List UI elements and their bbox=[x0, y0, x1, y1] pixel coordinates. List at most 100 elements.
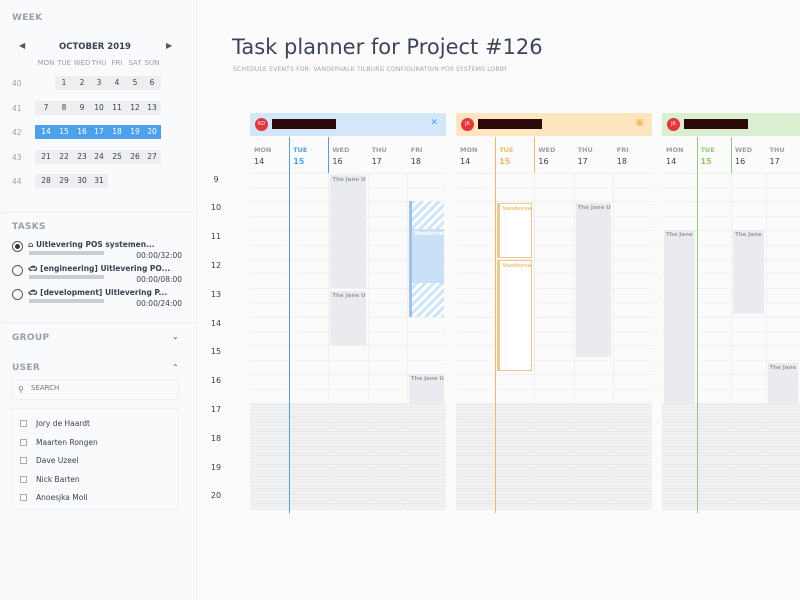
half-hour-gridline bbox=[456, 446, 652, 448]
event-block[interactable]: The Jane Up bbox=[733, 230, 764, 314]
day-cell[interactable]: 17 bbox=[90, 127, 108, 136]
half-hour-gridline bbox=[456, 244, 652, 246]
day-cell[interactable]: 18 bbox=[108, 127, 126, 136]
day-cell[interactable]: 7 bbox=[37, 103, 55, 112]
day-cell[interactable]: 3 bbox=[90, 78, 108, 87]
user-checkbox[interactable] bbox=[20, 438, 27, 446]
week-row[interactable]: 28 29 30 31 bbox=[35, 174, 108, 188]
half-hour-gridline bbox=[456, 359, 652, 361]
day-cell[interactable]: 9 bbox=[73, 103, 91, 112]
user-search-input[interactable] bbox=[31, 384, 171, 392]
event-block[interactable]: The Jane Up bbox=[767, 362, 798, 403]
week-row[interactable]: 14 15 16 17 18 19 20 bbox=[35, 125, 161, 139]
task-radio[interactable] bbox=[12, 241, 23, 252]
task-progress-bar bbox=[29, 275, 104, 279]
event-block[interactable]: The Jane Up bbox=[664, 230, 695, 403]
day-cell[interactable]: 6 bbox=[143, 78, 161, 87]
day-cell[interactable]: 25 bbox=[108, 152, 126, 161]
panel-header: JK bbox=[662, 113, 800, 136]
hour-gridline bbox=[456, 201, 652, 203]
day-cell[interactable]: 26 bbox=[126, 152, 144, 161]
hour-gridline bbox=[456, 172, 652, 174]
next-month-icon[interactable]: ▶ bbox=[166, 41, 172, 50]
avatar: JK bbox=[667, 118, 680, 131]
half-hour-gridline bbox=[456, 331, 652, 332]
hour-label: 15 bbox=[210, 347, 222, 357]
hour-gridline bbox=[456, 489, 652, 491]
hour-gridline bbox=[456, 345, 652, 347]
close-icon[interactable]: ✕ bbox=[430, 118, 438, 128]
week-row[interactable]: 123456 bbox=[55, 76, 161, 90]
task-item[interactable]: 🚗︎ [engineering] Uitlevering PO... 00:00/… bbox=[12, 264, 182, 287]
tasks-section-title: TASKS bbox=[12, 222, 46, 232]
event-block[interactable]: The Jane Up bbox=[330, 290, 366, 346]
day-cell[interactable]: 27 bbox=[143, 152, 161, 161]
day-cell[interactable]: 19 bbox=[126, 127, 144, 136]
day-number: 17 bbox=[577, 157, 588, 166]
day-cell[interactable]: 23 bbox=[73, 152, 91, 161]
hour-gridline bbox=[456, 259, 652, 260]
day-divider bbox=[534, 173, 536, 513]
task-time: 00:00/24:00 bbox=[136, 299, 182, 308]
user-name: Jory de Haardt bbox=[36, 419, 90, 428]
day-cell[interactable]: 29 bbox=[55, 176, 73, 185]
event-block[interactable]: The Jane Up bbox=[408, 374, 444, 403]
hour-label: 18 bbox=[210, 433, 222, 443]
day-cell[interactable]: 5 bbox=[126, 78, 144, 87]
calendar-icon[interactable]: ▣ bbox=[635, 118, 644, 128]
prev-month-icon[interactable]: ◀ bbox=[19, 41, 25, 50]
task-item[interactable]: ⌂ Uitlevering POS systemen... 00:00/32:00 bbox=[12, 240, 182, 263]
day-cell[interactable]: 28 bbox=[37, 176, 55, 185]
chevron-down-icon[interactable]: ⌄ bbox=[172, 332, 179, 341]
event-block[interactable]: Vandervalk bbox=[497, 202, 533, 258]
day-number: 14 bbox=[254, 157, 265, 166]
day-cell[interactable]: 14 bbox=[37, 127, 55, 136]
task-progress-bar bbox=[29, 299, 104, 303]
day-cell[interactable]: 24 bbox=[90, 152, 108, 161]
user-checkbox[interactable] bbox=[20, 457, 27, 465]
redacted-name bbox=[684, 119, 748, 129]
day-number: 17 bbox=[769, 157, 780, 166]
event-block[interactable]: Vandervalk bbox=[408, 201, 444, 317]
event-block[interactable]: The Jane Up bbox=[575, 202, 611, 357]
day-cell[interactable]: 10 bbox=[90, 103, 108, 112]
day-cell[interactable]: 12 bbox=[126, 103, 144, 112]
day-cell[interactable]: 16 bbox=[73, 127, 91, 136]
day-cell[interactable]: 21 bbox=[37, 152, 55, 161]
event-block[interactable]: Vandervalk bbox=[497, 260, 533, 372]
task-radio[interactable] bbox=[12, 265, 23, 276]
hour-label: 14 bbox=[210, 318, 222, 328]
day-cell[interactable]: 20 bbox=[143, 127, 161, 136]
user-checkbox[interactable] bbox=[20, 420, 27, 427]
task-radio[interactable] bbox=[12, 289, 23, 300]
day-cell[interactable]: 11 bbox=[108, 103, 126, 112]
half-hour-gridline bbox=[250, 475, 446, 476]
day-name: FRI bbox=[410, 146, 423, 154]
user-search[interactable]: ⚲ bbox=[12, 380, 179, 400]
day-number: 16 bbox=[735, 157, 746, 166]
half-hour-gridline bbox=[456, 475, 652, 476]
user-checkbox[interactable] bbox=[20, 475, 27, 483]
day-cell[interactable]: 30 bbox=[73, 176, 91, 185]
week-row[interactable]: 21 22 23 24 25 26 27 bbox=[35, 149, 161, 164]
today-line bbox=[495, 137, 497, 513]
day-cell[interactable]: 4 bbox=[108, 78, 126, 87]
task-item[interactable]: 🚗︎ [development] Uitlevering P... 00:00/2… bbox=[12, 288, 182, 311]
half-hour-gridline bbox=[456, 187, 652, 188]
day-cell[interactable]: 13 bbox=[143, 103, 161, 112]
day-cell[interactable]: 2 bbox=[73, 78, 91, 87]
event-block[interactable]: The Jane Up bbox=[330, 175, 366, 288]
week-number: 43 bbox=[12, 152, 22, 162]
user-section-title[interactable]: USER bbox=[12, 363, 40, 373]
day-cell[interactable]: 31 bbox=[90, 176, 108, 185]
group-section-title[interactable]: GROUP bbox=[12, 333, 49, 343]
week-section-title: WEEK bbox=[12, 13, 43, 23]
week-row[interactable]: 7 8 9 10 11 12 13 bbox=[35, 100, 161, 115]
day-cell[interactable]: 8 bbox=[55, 103, 73, 112]
user-checkbox[interactable] bbox=[20, 494, 27, 502]
day-cell[interactable]: 22 bbox=[55, 152, 73, 161]
day-cell[interactable]: 1 bbox=[55, 78, 73, 87]
chevron-up-icon[interactable]: ⌃ bbox=[172, 363, 179, 372]
day-cell[interactable]: 15 bbox=[55, 127, 73, 136]
hour-gridline bbox=[456, 460, 652, 462]
